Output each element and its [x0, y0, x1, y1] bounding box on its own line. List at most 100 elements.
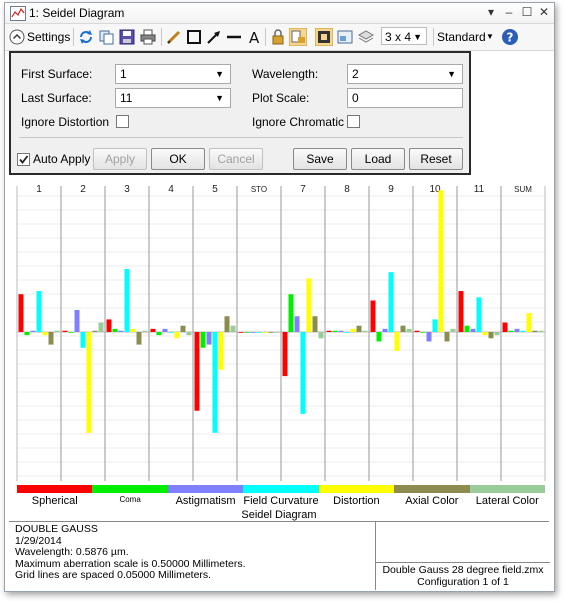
seidel-bar — [118, 330, 124, 332]
seidel-bar — [508, 330, 514, 332]
seidel-bar — [526, 313, 532, 332]
reset-button[interactable]: Reset — [409, 148, 463, 170]
pencil-icon[interactable] — [165, 28, 183, 46]
seidel-bar — [350, 328, 356, 332]
ignore-distortion-checkbox[interactable] — [116, 115, 129, 128]
copy-icon[interactable] — [97, 28, 115, 46]
fit-window-icon[interactable] — [315, 28, 333, 46]
seidel-bar — [230, 325, 236, 332]
close-icon[interactable]: ✕ — [536, 4, 552, 20]
apply-button[interactable]: Apply — [93, 148, 147, 170]
info-text: DOUBLE GAUSS 1/29/2014 Wavelength: 0.587… — [15, 523, 246, 582]
seidel-bar — [432, 319, 438, 332]
seidel-bar — [86, 332, 92, 433]
layout-dropdown[interactable]: 3 x 4 ▼ — [381, 27, 427, 45]
grid-spacing-info: Grid lines are spaced 0.05000 Millimeter… — [15, 569, 212, 581]
seidel-bar — [268, 332, 274, 333]
seidel-bar — [112, 328, 118, 332]
chevron-down-icon: ▼ — [413, 32, 422, 42]
rectangle-icon[interactable] — [185, 28, 203, 46]
seidel-bar — [420, 332, 426, 333]
seidel-bar — [538, 330, 544, 332]
toolbar-separator — [161, 28, 162, 46]
lock-icon[interactable] — [269, 28, 287, 46]
auto-apply-label: Auto Apply — [33, 152, 91, 166]
legend-swatch — [394, 485, 470, 493]
seidel-bar — [142, 330, 148, 332]
minimize-icon[interactable]: – — [501, 4, 517, 20]
auto-apply-checkbox[interactable] — [17, 153, 30, 166]
window-menu-icon[interactable]: ▾ — [483, 4, 499, 20]
ignore-chromatic-checkbox[interactable] — [347, 115, 360, 128]
seidel-bar — [382, 328, 388, 332]
seidel-bar — [294, 316, 300, 332]
toolbar: Settings A 3 x 4 ▼ Standard ▼ ? — [5, 24, 554, 51]
window-title: 1: Seidel Diagram — [29, 6, 125, 20]
seidel-bar — [68, 332, 74, 333]
maximize-icon[interactable]: ☐ — [519, 4, 535, 20]
ok-button[interactable]: OK — [151, 148, 205, 170]
seidel-bar — [344, 332, 350, 333]
seidel-bar — [180, 325, 186, 332]
help-icon[interactable]: ? — [501, 28, 519, 46]
legend-strip — [17, 485, 545, 493]
seidel-window: 1: Seidel Diagram ▾ – ☐ ✕ Settings A 3 x… — [4, 2, 555, 592]
plot-scale-input[interactable]: 0 — [347, 88, 463, 108]
seidel-bar — [30, 330, 36, 332]
save-image-icon[interactable] — [118, 28, 136, 46]
settings-collapse-icon[interactable] — [8, 28, 26, 46]
seidel-bar — [212, 332, 218, 433]
seidel-bar — [476, 297, 482, 332]
last-surface-select[interactable]: 11 ▼ — [115, 88, 231, 108]
image-window-icon[interactable] — [336, 28, 354, 46]
seidel-bar — [200, 332, 206, 348]
seidel-bar — [162, 328, 168, 332]
text-tool-icon[interactable]: A — [245, 28, 263, 46]
line-icon[interactable] — [225, 28, 243, 46]
save-button[interactable]: Save — [293, 148, 347, 170]
load-button[interactable]: Load — [351, 148, 405, 170]
layout-value: 3 x 4 — [385, 30, 412, 44]
settings-panel: First Surface: 1 ▼ Last Surface: 11 ▼ Igno… — [9, 51, 471, 175]
seidel-bar — [150, 328, 156, 332]
seidel-bar — [494, 332, 500, 336]
seidel-bar — [36, 291, 42, 332]
seidel-bar — [338, 330, 344, 332]
standard-menu[interactable]: Standard — [437, 28, 486, 46]
seidel-bar — [376, 332, 382, 342]
seidel-bar — [326, 330, 332, 332]
settings-button[interactable]: Settings — [27, 28, 70, 46]
seidel-bar — [224, 316, 230, 332]
seidel-bar — [288, 294, 294, 332]
refresh-icon[interactable] — [77, 28, 95, 46]
ignore-chromatic-label: Ignore Chromatic — [252, 115, 345, 129]
seidel-bar — [394, 332, 400, 351]
legend-label: Axial Color — [405, 495, 459, 507]
seidel-bar — [256, 332, 262, 333]
seidel-bar — [244, 332, 250, 333]
first-surface-value: 1 — [120, 67, 127, 81]
first-surface-label: First Surface: — [21, 67, 93, 81]
surface-label: STO — [251, 185, 267, 194]
surface-label: 9 — [388, 184, 394, 195]
seidel-bar — [168, 332, 174, 333]
svg-text:?: ? — [507, 31, 514, 45]
seidel-bar — [106, 319, 112, 332]
chevron-down-icon: ▼ — [215, 93, 224, 103]
seidel-bar — [156, 332, 162, 336]
print-icon[interactable] — [139, 28, 157, 46]
cancel-button[interactable]: Cancel — [209, 148, 263, 170]
layers-icon[interactable] — [357, 28, 375, 46]
seidel-bar — [482, 332, 488, 336]
chart-app-icon — [10, 6, 26, 21]
legend-swatch — [92, 485, 168, 493]
arrow-icon[interactable] — [205, 28, 223, 46]
first-surface-select[interactable]: 1 ▼ — [115, 64, 231, 84]
seidel-bar — [54, 330, 60, 332]
wavelength-select[interactable]: 2 ▼ — [347, 64, 463, 84]
seidel-bar — [18, 294, 24, 332]
legend-label: Spherical — [31, 495, 78, 507]
clipboard-lock-icon[interactable] — [289, 28, 307, 46]
seidel-bar — [186, 332, 192, 336]
seidel-bar — [464, 325, 470, 332]
